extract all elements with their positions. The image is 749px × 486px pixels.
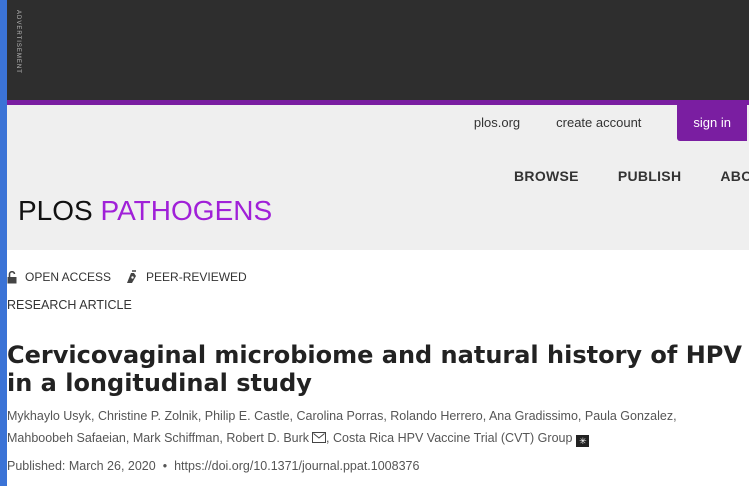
author-name[interactable]: Rolando Herrero xyxy=(390,409,482,423)
access-badges: OPEN ACCESS PEER-REVIEWED xyxy=(7,270,261,284)
author-name[interactable]: Paula Gonzalez xyxy=(585,409,673,423)
author-name[interactable]: Robert D. Burk xyxy=(226,431,309,445)
author-name[interactable]: Carolina Porras xyxy=(296,409,383,423)
consortium-icon[interactable]: ✳ xyxy=(576,435,590,447)
author-name[interactable]: Mahboobeh Safaeian xyxy=(7,431,126,445)
journal-logo[interactable]: PLOS PATHOGENS xyxy=(18,195,272,227)
peer-review-icon xyxy=(127,270,137,283)
author-name[interactable]: Mykhaylo Usyk xyxy=(7,409,91,423)
logo-plos: PLOS xyxy=(18,195,93,226)
peer-reviewed-label: PEER-REVIEWED xyxy=(146,270,247,284)
author-name[interactable]: Ana Gradissimo xyxy=(489,409,578,423)
plos-org-link[interactable]: plos.org xyxy=(474,105,520,141)
published-date: Published: March 26, 2020 xyxy=(7,459,156,473)
nav-publish[interactable]: PUBLISH xyxy=(618,168,682,184)
advertisement-label: ADVERTISEMENT xyxy=(15,10,21,74)
article-title: Cervicovaginal microbiome and natural hi… xyxy=(7,341,742,397)
main-nav: BROWSE PUBLISH ABOUT xyxy=(514,168,749,184)
article-type: RESEARCH ARTICLE xyxy=(7,298,132,312)
doi-link[interactable]: https://doi.org/10.1371/journal.ppat.100… xyxy=(174,459,419,473)
unlock-icon xyxy=(7,270,17,283)
utility-links: plos.org create account sign in xyxy=(474,105,749,141)
open-access-label: OPEN ACCESS xyxy=(25,270,112,284)
nav-browse[interactable]: BROWSE xyxy=(514,168,579,184)
create-account-link[interactable]: create account xyxy=(556,105,641,141)
author-name[interactable]: Costa Rica HPV Vaccine Trial (CVT) Group xyxy=(333,431,572,445)
author-name[interactable]: Mark Schiffman xyxy=(133,431,220,445)
peer-reviewed-badge[interactable]: PEER-REVIEWED xyxy=(125,270,247,284)
author-name[interactable]: Philip E. Castle xyxy=(205,409,290,423)
email-icon[interactable] xyxy=(312,432,327,443)
publication-info: Published: March 26, 2020 • https://doi.… xyxy=(7,459,419,473)
separator-bullet: • xyxy=(162,459,168,473)
author-list: Mykhaylo Usyk, Christine P. Zolnik, Phil… xyxy=(7,409,677,447)
window-edge xyxy=(0,0,7,486)
author-name[interactable]: Christine P. Zolnik xyxy=(98,409,198,423)
advertisement-banner[interactable]: ADVERTISEMENT xyxy=(7,0,749,100)
open-access-badge[interactable]: OPEN ACCESS xyxy=(7,270,111,284)
logo-journal: PATHOGENS xyxy=(100,195,273,226)
nav-about[interactable]: ABOUT xyxy=(720,168,749,184)
sign-in-button[interactable]: sign in xyxy=(677,105,747,141)
